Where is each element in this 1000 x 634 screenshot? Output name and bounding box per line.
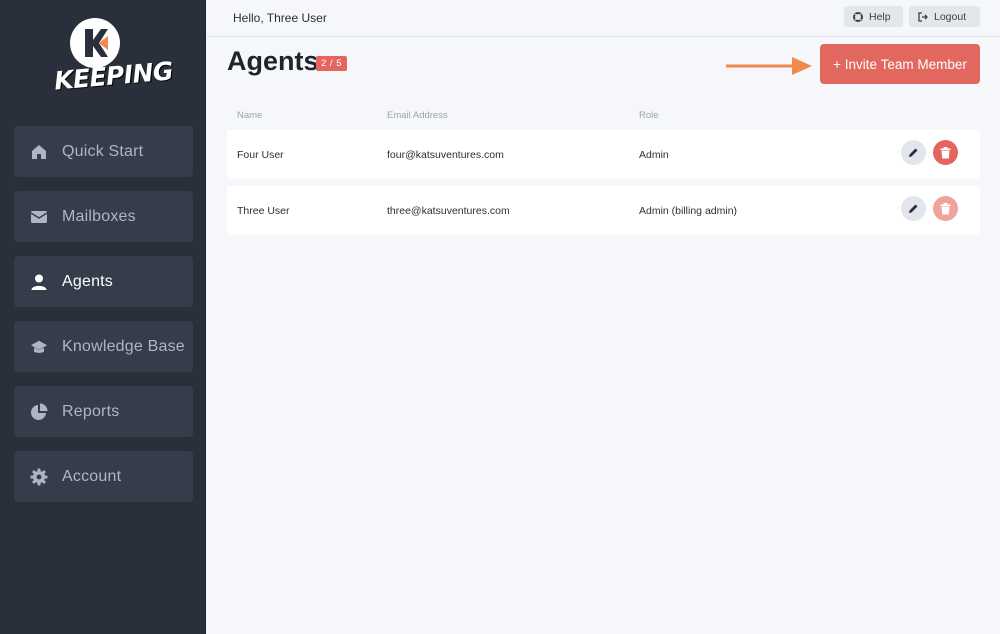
column-header-role: Role	[639, 110, 659, 121]
top-bar: Hello, Three User Help Logout	[207, 0, 1000, 37]
pencil-icon	[909, 204, 918, 213]
sidebar-item-label: Account	[62, 467, 122, 485]
help-button[interactable]: Help	[844, 6, 903, 27]
graduation-cap-icon	[30, 338, 48, 356]
edit-agent-button[interactable]	[901, 140, 926, 165]
sidebar-item-account[interactable]: Account	[14, 451, 193, 502]
sidebar-item-label: Agents	[62, 272, 114, 290]
sidebar-item-mailboxes[interactable]: Mailboxes	[14, 191, 193, 242]
agent-email: four@katsuventures.com	[387, 149, 504, 161]
agent-count-badge: 2 / 5	[316, 56, 347, 71]
page-title: Agents	[227, 46, 319, 76]
sidebar-nav: Quick Start Mailboxes Agents Knowledge B…	[14, 126, 193, 516]
sidebar-item-reports[interactable]: Reports	[14, 386, 193, 437]
user-icon	[30, 273, 48, 291]
table-row: Three User three@katsuventures.com Admin…	[227, 186, 980, 235]
sidebar-item-label: Quick Start	[62, 142, 144, 160]
trash-icon	[940, 202, 951, 214]
agent-email: three@katsuventures.com	[387, 205, 510, 217]
delete-agent-button[interactable]	[933, 140, 958, 165]
gear-icon	[30, 468, 48, 486]
pencil-icon	[909, 148, 918, 157]
agent-role: Admin	[639, 149, 669, 161]
greeting-text: Hello, Three User	[233, 11, 327, 25]
sidebar-item-knowledge-base[interactable]: Knowledge Base	[14, 321, 193, 372]
agent-name: Three User	[237, 205, 290, 217]
sidebar-item-quick-start[interactable]: Quick Start	[14, 126, 193, 177]
logout-icon	[918, 11, 928, 22]
envelope-icon	[30, 208, 48, 226]
sidebar-item-label: Mailboxes	[62, 207, 136, 225]
edit-agent-button[interactable]	[901, 196, 926, 221]
home-icon	[30, 143, 48, 161]
column-header-name: Name	[237, 110, 263, 121]
arrow-right-icon	[726, 57, 812, 75]
sidebar: KEEPING Quick Start Mailboxes Agents Kno…	[0, 0, 206, 634]
agent-name: Four User	[237, 149, 284, 161]
pie-chart-icon	[30, 403, 48, 421]
sidebar-item-agents[interactable]: Agents	[14, 256, 193, 307]
logout-label: Logout	[934, 10, 967, 23]
table-row: Four User four@katsuventures.com Admin	[227, 130, 980, 179]
agent-role: Admin (billing admin)	[639, 205, 738, 217]
delete-agent-button-disabled	[933, 196, 958, 221]
sidebar-item-label: Knowledge Base	[62, 337, 185, 355]
column-header-email: Email Address	[387, 110, 448, 121]
keeping-logo[interactable]: KEEPING	[50, 18, 174, 102]
help-label: Help	[869, 10, 891, 23]
invite-team-member-button[interactable]: + Invite Team Member	[820, 44, 980, 84]
logout-button[interactable]: Logout	[909, 6, 980, 27]
trash-icon	[940, 146, 951, 158]
lifebuoy-icon	[853, 11, 863, 22]
sidebar-item-label: Reports	[62, 402, 120, 420]
